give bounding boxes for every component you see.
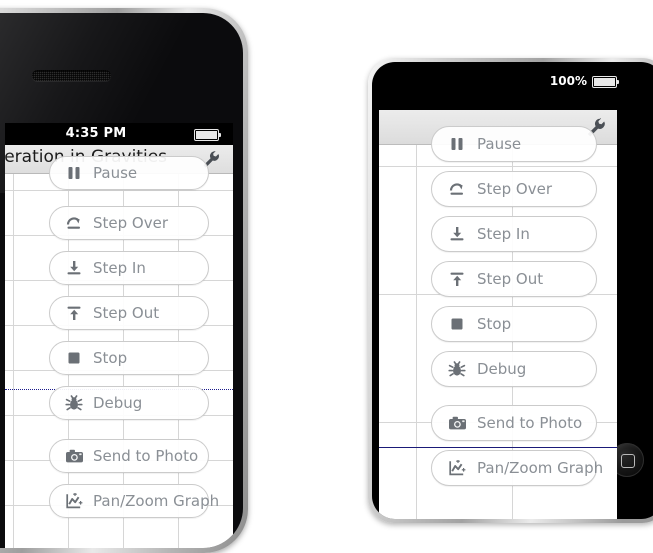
battery-full-icon (194, 129, 221, 141)
step-in-button-label: Step In (477, 225, 530, 243)
send-to-photo-button-label: Send to Photo (477, 414, 583, 432)
step-over-button[interactable]: Step Over (431, 171, 597, 207)
step-over-button[interactable]: Step Over (49, 206, 209, 240)
pause-button[interactable]: Pause (431, 126, 597, 162)
status-clock: 4:35 PM (65, 126, 127, 141)
chart-pan-zoom-icon (63, 490, 85, 512)
step-in-button[interactable]: Step In (49, 251, 209, 285)
ipad-status-bar: 100% (376, 66, 619, 100)
step-out-icon (63, 302, 85, 324)
iphone-status-bar: 4:35 PM (5, 123, 233, 145)
step-in-button-label: Step In (93, 259, 146, 277)
stop-button-label: Stop (93, 349, 128, 367)
iphone-glass-front: 4:35 PM Acceler (0, 13, 243, 548)
bug-icon (446, 358, 468, 380)
pan-zoom-graph-button[interactable]: Pan/Zoom Graph (49, 484, 219, 518)
stop-button[interactable]: Stop (431, 306, 597, 342)
step-in-icon (63, 257, 85, 279)
ipad-app-screen: Pause Step Over Step In Step Out Stop De… (379, 110, 617, 519)
step-over-icon (63, 212, 85, 234)
pause-button[interactable]: Pause (49, 156, 209, 190)
send-to-photo-button-label: Send to Photo (93, 447, 199, 465)
bug-icon (63, 392, 85, 414)
send-to-photo-button[interactable]: Send to Photo (431, 405, 597, 441)
pan-zoom-graph-button[interactable]: Pan/Zoom Graph (431, 450, 603, 486)
debug-button-label: Debug (93, 394, 143, 412)
step-over-button-label: Step Over (93, 214, 168, 232)
ipad-glass-front: 100% Pause Step Over Step In Step Out St… (372, 62, 653, 519)
camera-icon (63, 445, 85, 467)
step-out-button-label: Step Out (93, 304, 160, 322)
battery-percent-label: 100% (549, 74, 587, 88)
ipad-device-mockup: 100% Pause Step Over Step In Step Out St… (368, 58, 653, 523)
step-out-button-label: Step Out (477, 270, 544, 288)
iphone-app-screen: Acceleration in Gravities Pause (5, 145, 233, 548)
pan-zoom-graph-button-label: Pan/Zoom Graph (477, 459, 604, 477)
step-in-button[interactable]: Step In (431, 216, 597, 252)
battery-full-icon (592, 76, 619, 88)
ipad-debug-button-palette: Pause Step Over Step In Step Out Stop De… (379, 110, 617, 519)
pause-icon (446, 133, 468, 155)
step-out-button[interactable]: Step Out (49, 296, 209, 330)
step-over-button-label: Step Over (477, 180, 552, 198)
stop-icon (63, 347, 85, 369)
pause-button-label: Pause (93, 164, 138, 182)
stop-button[interactable]: Stop (49, 341, 209, 375)
earpiece-speaker-icon (32, 70, 111, 81)
iphone-device-mockup: 4:35 PM Acceler (0, 8, 248, 553)
debug-button[interactable]: Debug (49, 386, 209, 420)
step-in-icon (446, 223, 468, 245)
send-to-photo-button[interactable]: Send to Photo (49, 439, 209, 473)
step-out-icon (446, 268, 468, 290)
chart-pan-zoom-icon (446, 457, 468, 479)
pause-icon (63, 162, 85, 184)
step-over-icon (446, 178, 468, 200)
debug-button-label: Debug (477, 360, 527, 378)
pause-button-label: Pause (477, 135, 522, 153)
stop-button-label: Stop (477, 315, 512, 333)
step-out-button[interactable]: Step Out (431, 261, 597, 297)
iphone-debug-button-palette: Pause Step Over Step In Step Out Stop De… (5, 145, 233, 548)
pan-zoom-graph-button-label: Pan/Zoom Graph (93, 492, 220, 510)
camera-icon (446, 412, 468, 434)
stop-icon (446, 313, 468, 335)
debug-button[interactable]: Debug (431, 351, 597, 387)
